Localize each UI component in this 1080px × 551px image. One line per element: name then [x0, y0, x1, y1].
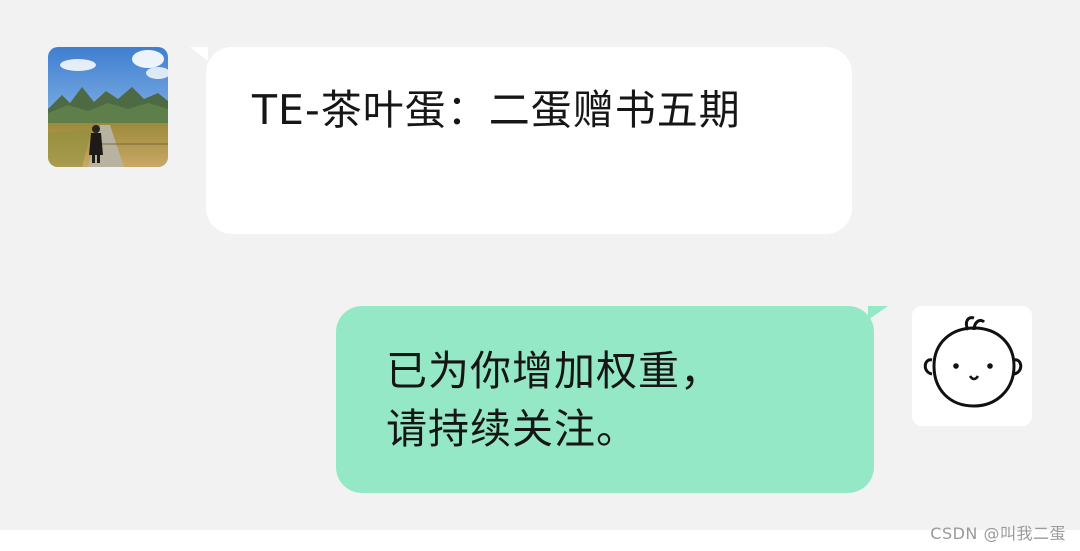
outgoing-message-line-2: 请持续关注。 [386, 405, 638, 453]
watermark: CSDN @叫我二蛋 [930, 524, 1066, 543]
baby-face-icon [923, 316, 1023, 408]
chat-area: TE-茶叶蛋：二蛋赠书五期 已为你增加权重， 请持续关注。 [0, 0, 1080, 530]
incoming-avatar[interactable] [48, 47, 168, 167]
outgoing-bubble-tail [868, 306, 888, 320]
outgoing-message-bubble[interactable]: 已为你增加权重， 请持续关注。 [336, 306, 874, 493]
incoming-message-bubble[interactable]: TE-茶叶蛋：二蛋赠书五期 [206, 47, 852, 234]
footer-strip [0, 530, 1080, 551]
outgoing-message-line-1: 已为你增加权重， [386, 347, 722, 395]
incoming-message-text: TE-茶叶蛋：二蛋赠书五期 [252, 86, 741, 134]
incoming-bubble-tail [190, 47, 208, 61]
outgoing-avatar[interactable] [912, 306, 1032, 426]
landscape-photo-icon [48, 47, 168, 167]
